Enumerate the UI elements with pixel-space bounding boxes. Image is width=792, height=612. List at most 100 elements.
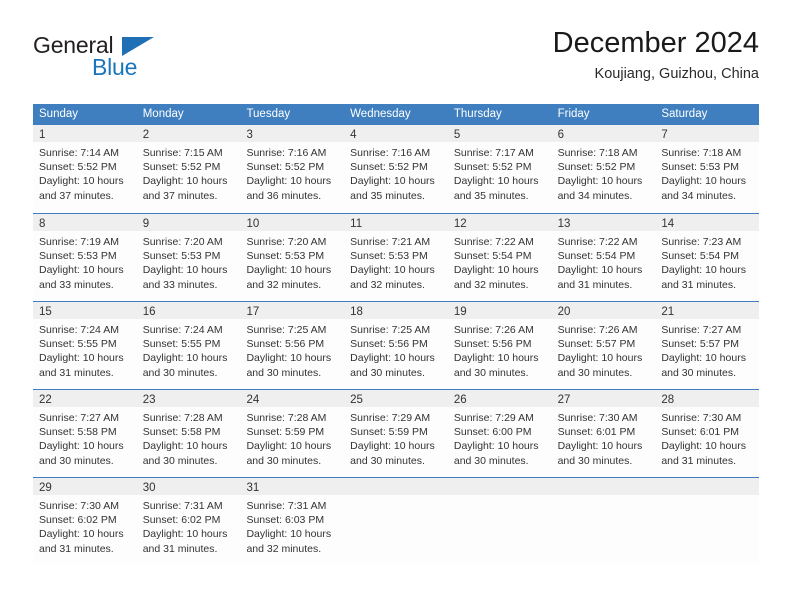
sunrise-time: Sunrise: 7:30 AM — [39, 500, 119, 512]
sunrise-time: Sunrise: 7:24 AM — [142, 324, 223, 336]
calendar-day-cell[interactable]: 24 Sunrise: 7:28 AM Sunset: 5:59 PM Dayligh… — [240, 390, 345, 477]
daylight-duration-line1: Daylight: 10 hours — [142, 264, 228, 277]
calendar-day-cell[interactable]: 16 Sunrise: 7:24 AM Sunset: 5:55 PM Dayligh… — [136, 302, 241, 389]
day-sun-info: Sunrise: 7:19 AM Sunset: 5:53 PM Daylight:… — [33, 231, 137, 292]
day-number-band: 26 — [447, 390, 552, 407]
calendar-week-row: 29 Sunrise: 7:30 AM Sunset: 6:02 PM Dayligh… — [33, 477, 760, 565]
calendar-day-cell[interactable]: 23 Sunrise: 7:28 AM Sunset: 5:58 PM Dayligh… — [136, 390, 241, 477]
calendar-week-row: 8 Sunrise: 7:19 AM Sunset: 5:53 PM Daylight… — [33, 213, 760, 301]
daylight-duration-line2: and 37 minutes. — [39, 189, 114, 202]
day-number: 26 — [453, 394, 467, 406]
calendar-day-cell[interactable]: 27 Sunrise: 7:30 AM Sunset: 6:01 PM Dayligh… — [551, 390, 656, 477]
calendar-day-cell[interactable]: 3 Sunrise: 7:16 AM Sunset: 5:52 PM Daylight… — [240, 125, 345, 213]
day-sun-info: Sunrise: 7:27 AM Sunset: 5:57 PM Daylight:… — [655, 319, 759, 380]
calendar-day-cell[interactable] — [447, 478, 552, 565]
daylight-duration-line1: Daylight: 10 hours — [246, 264, 332, 277]
sunset-time: Sunset: 5:56 PM — [350, 338, 428, 351]
sunrise-time: Sunrise: 7:15 AM — [142, 147, 223, 159]
sunset-time: Sunset: 5:53 PM — [142, 250, 221, 263]
calendar-day-cell[interactable]: 4 Sunrise: 7:16 AM Sunset: 5:52 PM Daylight… — [344, 125, 448, 213]
daylight-duration-line2: and 30 minutes. — [350, 454, 425, 467]
calendar-day-cell[interactable]: 7 Sunrise: 7:18 AM Sunset: 5:53 PM Daylight… — [655, 125, 760, 213]
calendar-day-cell[interactable] — [344, 478, 448, 565]
calendar-day-cell[interactable]: 20 Sunrise: 7:26 AM Sunset: 5:57 PM Dayligh… — [551, 302, 656, 389]
sunrise-time: Sunrise: 7:16 AM — [350, 147, 431, 159]
sunset-time: Sunset: 5:53 PM — [246, 250, 325, 263]
daylight-duration-line2: and 30 minutes. — [661, 366, 737, 379]
calendar-day-cell[interactable]: 14 Sunrise: 7:23 AM Sunset: 5:54 PM Dayligh… — [655, 214, 760, 301]
calendar-day-cell[interactable]: 26 Sunrise: 7:29 AM Sunset: 6:00 PM Dayligh… — [447, 390, 552, 477]
day-sun-info: Sunrise: 7:20 AM Sunset: 5:53 PM Daylight:… — [240, 231, 344, 292]
calendar-day-cell[interactable] — [551, 478, 656, 565]
day-sun-info: Sunrise: 7:31 AM Sunset: 6:02 PM Daylight:… — [137, 495, 241, 556]
daylight-duration-line2: and 32 minutes. — [350, 278, 425, 291]
calendar-day-cell[interactable]: 30 Sunrise: 7:31 AM Sunset: 6:02 PM Dayligh… — [136, 478, 241, 565]
sunrise-time: Sunrise: 7:20 AM — [142, 236, 223, 248]
daylight-duration-line2: and 31 minutes. — [39, 366, 114, 379]
daylight-duration-line2: and 30 minutes. — [142, 454, 218, 467]
sunrise-time: Sunrise: 7:20 AM — [246, 236, 327, 248]
sunset-time: Sunset: 5:52 PM — [246, 161, 325, 174]
calendar-day-cell[interactable]: 8 Sunrise: 7:19 AM Sunset: 5:53 PM Daylight… — [33, 214, 137, 301]
day-number: 9 — [142, 218, 150, 230]
day-sun-info: Sunrise: 7:14 AM Sunset: 5:52 PM Daylight:… — [33, 142, 137, 203]
title-block: December 2024 Koujiang, Guizhou, China — [553, 26, 759, 84]
weekday-header-thursday: Thursday — [453, 108, 502, 120]
calendar-page: General Blue December 2024 Koujiang, Gui… — [0, 0, 792, 612]
calendar-day-cell[interactable]: 28 Sunrise: 7:30 AM Sunset: 6:01 PM Dayligh… — [655, 390, 760, 477]
calendar-day-cell[interactable]: 12 Sunrise: 7:22 AM Sunset: 5:54 PM Dayligh… — [447, 214, 552, 301]
calendar-day-cell[interactable]: 17 Sunrise: 7:25 AM Sunset: 5:56 PM Dayligh… — [240, 302, 345, 389]
calendar-day-cell[interactable]: 29 Sunrise: 7:30 AM Sunset: 6:02 PM Dayligh… — [33, 478, 137, 565]
day-number: 27 — [557, 394, 571, 406]
calendar-day-cell[interactable]: 1 Sunrise: 7:14 AM Sunset: 5:52 PM Daylight… — [33, 125, 137, 213]
sunset-time: Sunset: 5:55 PM — [142, 338, 221, 351]
day-number: 12 — [453, 218, 467, 230]
day-number-band: 28 — [655, 390, 760, 407]
day-number-band — [551, 478, 656, 495]
daylight-duration-line2: and 35 minutes. — [350, 189, 425, 202]
logo-text-blue: Blue — [92, 54, 138, 80]
sunset-time: Sunset: 5:54 PM — [661, 250, 739, 263]
day-number-band: 29 — [33, 478, 137, 495]
day-number: 16 — [142, 306, 156, 318]
calendar-day-cell[interactable]: 13 Sunrise: 7:22 AM Sunset: 5:54 PM Dayligh… — [551, 214, 656, 301]
calendar-day-cell[interactable]: 19 Sunrise: 7:26 AM Sunset: 5:56 PM Dayligh… — [447, 302, 552, 389]
general-blue-logo: General Blue — [33, 32, 203, 88]
calendar-day-cell[interactable]: 31 Sunrise: 7:31 AM Sunset: 6:03 PM Dayligh… — [240, 478, 345, 565]
day-number: 10 — [246, 218, 260, 230]
calendar-day-cell[interactable]: 11 Sunrise: 7:21 AM Sunset: 5:53 PM Dayligh… — [344, 214, 448, 301]
day-number-band: 6 — [551, 125, 656, 142]
day-number-band: 19 — [447, 302, 552, 319]
calendar-day-cell[interactable]: 9 Sunrise: 7:20 AM Sunset: 5:53 PM Daylight… — [136, 214, 241, 301]
calendar-day-cell[interactable]: 2 Sunrise: 7:15 AM Sunset: 5:52 PM Daylight… — [136, 125, 241, 213]
day-sun-info: Sunrise: 7:28 AM Sunset: 5:59 PM Daylight:… — [240, 407, 344, 468]
calendar-day-cell[interactable]: 10 Sunrise: 7:20 AM Sunset: 5:53 PM Dayligh… — [240, 214, 345, 301]
calendar-day-cell[interactable]: 22 Sunrise: 7:27 AM Sunset: 5:58 PM Dayligh… — [33, 390, 137, 477]
day-sun-info — [655, 495, 759, 499]
sunrise-time: Sunrise: 7:31 AM — [246, 500, 327, 512]
calendar-day-cell[interactable]: 18 Sunrise: 7:25 AM Sunset: 5:56 PM Dayligh… — [344, 302, 448, 389]
daylight-duration-line1: Daylight: 10 hours — [557, 352, 643, 365]
day-sun-info: Sunrise: 7:24 AM Sunset: 5:55 PM Daylight:… — [137, 319, 241, 380]
daylight-duration-line2: and 33 minutes. — [39, 278, 114, 291]
day-sun-info: Sunrise: 7:20 AM Sunset: 5:53 PM Daylight:… — [137, 231, 241, 292]
calendar-day-cell[interactable]: 25 Sunrise: 7:29 AM Sunset: 5:59 PM Dayligh… — [344, 390, 448, 477]
day-number-band: 4 — [344, 125, 448, 142]
daylight-duration-line1: Daylight: 10 hours — [142, 440, 228, 453]
daylight-duration-line1: Daylight: 10 hours — [39, 264, 124, 277]
calendar-day-cell[interactable]: 6 Sunrise: 7:18 AM Sunset: 5:52 PM Daylight… — [551, 125, 656, 213]
sunset-time: Sunset: 5:52 PM — [557, 161, 636, 174]
daylight-duration-line2: and 30 minutes. — [246, 454, 322, 467]
calendar-day-cell[interactable] — [655, 478, 760, 565]
calendar-day-cell[interactable]: 15 Sunrise: 7:24 AM Sunset: 5:55 PM Dayligh… — [33, 302, 137, 389]
daylight-duration-line2: and 31 minutes. — [39, 542, 114, 555]
daylight-duration-line1: Daylight: 10 hours — [142, 528, 228, 541]
day-sun-info: Sunrise: 7:27 AM Sunset: 5:58 PM Daylight:… — [33, 407, 137, 468]
sunrise-time: Sunrise: 7:22 AM — [557, 236, 638, 248]
sunrise-time: Sunrise: 7:29 AM — [350, 412, 431, 424]
daylight-duration-line2: and 30 minutes. — [557, 454, 633, 467]
daylight-duration-line2: and 34 minutes. — [557, 189, 633, 202]
calendar-day-cell[interactable]: 21 Sunrise: 7:27 AM Sunset: 5:57 PM Dayligh… — [655, 302, 760, 389]
calendar-day-cell[interactable]: 5 Sunrise: 7:17 AM Sunset: 5:52 PM Daylight… — [447, 125, 552, 213]
sunset-time: Sunset: 5:52 PM — [142, 161, 221, 174]
